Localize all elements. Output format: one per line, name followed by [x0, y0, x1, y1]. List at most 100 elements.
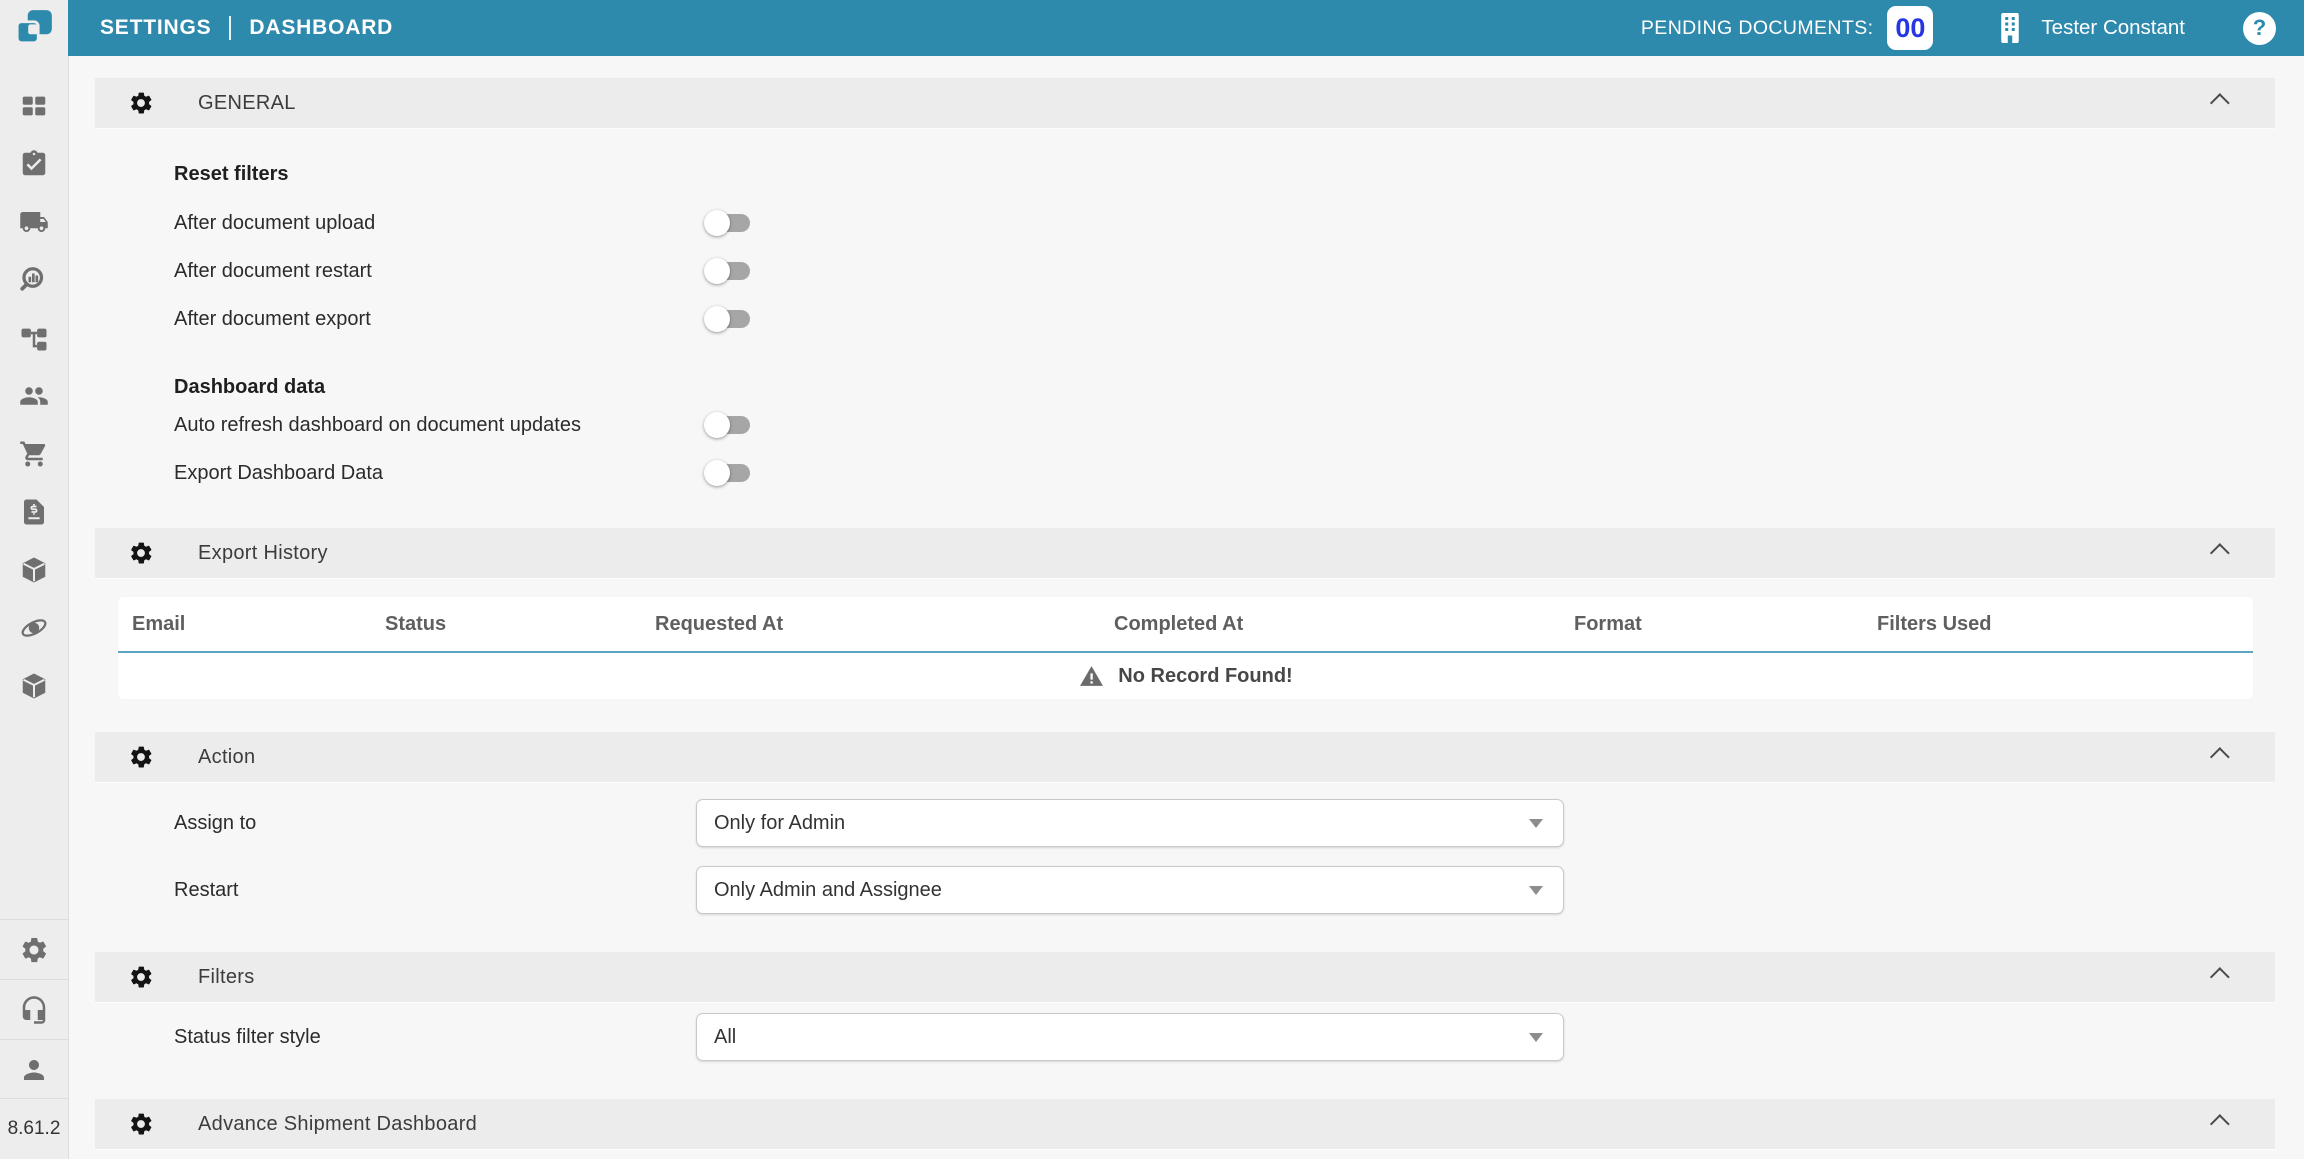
gear-icon [128, 540, 154, 566]
truck-icon [19, 207, 49, 237]
selected-value: Only Admin and Assignee [714, 879, 942, 902]
sidebar-icon-stack [0, 77, 68, 715]
setting-label: After document restart [174, 260, 704, 283]
caret-down-icon [1529, 1033, 1543, 1042]
section-body-general: Reset filters After document upload Afte… [95, 129, 2275, 528]
setting-row: After document export [95, 295, 2275, 343]
sidebar-item-billing[interactable] [0, 483, 68, 541]
sidebar-item-dashboard[interactable] [0, 77, 68, 135]
users-icon [19, 381, 49, 411]
pending-count-badge: 00 [1887, 6, 1933, 50]
assign-to-select[interactable]: Only for Admin [696, 799, 1564, 847]
top-bar: SETTINGS DASHBOARD PENDING DOCUMENTS: 00 [0, 0, 2304, 56]
empty-state-row: No Record Found! [118, 653, 2253, 699]
toggle-thumb [704, 210, 730, 236]
toggle-thumb [704, 306, 730, 332]
cart-icon [19, 439, 49, 469]
pending-documents-label: PENDING DOCUMENTS: [1641, 17, 1874, 40]
setting-row: Export Dashboard Data [95, 449, 2275, 497]
setting-row: Auto refresh dashboard on document updat… [95, 401, 2275, 449]
collapse-button[interactable] [2207, 1114, 2227, 1134]
app-logo[interactable] [0, 0, 68, 56]
section-title: Action [198, 746, 255, 769]
toggle-export-dashboard-data[interactable] [704, 460, 752, 486]
user-name[interactable]: Tester Constant [2041, 16, 2185, 40]
column-header: Completed At [1114, 613, 1574, 636]
chevron-up-icon [2210, 747, 2230, 767]
logo-icon [13, 7, 55, 49]
sidebar-item-support[interactable] [0, 979, 68, 1039]
nav-dashboard[interactable]: DASHBOARD [249, 16, 393, 40]
setting-row: After document upload [95, 199, 2275, 247]
empty-state-message: No Record Found! [1118, 665, 1292, 688]
help-icon: ? [2253, 15, 2266, 41]
chevron-up-icon [2210, 1114, 2230, 1134]
toggle-after-document-upload[interactable] [704, 210, 752, 236]
column-header: Format [1574, 613, 1877, 636]
setting-row: Assign to Only for Admin [95, 799, 2275, 847]
organization-icon[interactable] [1995, 11, 2025, 45]
search-chart-icon [19, 265, 49, 295]
collapse-button[interactable] [2207, 747, 2227, 767]
nav-divider [229, 16, 231, 40]
collapse-button[interactable] [2207, 967, 2227, 987]
section-title: Filters [198, 966, 255, 989]
setting-label: Export Dashboard Data [174, 462, 704, 485]
chevron-up-icon [2210, 967, 2230, 987]
topbar-right-cluster: PENDING DOCUMENTS: 00 Tester Constant ? [1641, 6, 2276, 50]
sidebar-item-users[interactable] [0, 367, 68, 425]
group-heading: Reset filters [95, 129, 2275, 199]
gear-icon [128, 744, 154, 770]
section-title: GENERAL [198, 92, 296, 115]
section-body-filters: Status filter style All [95, 1003, 2275, 1099]
sidebar-item-tasks[interactable] [0, 135, 68, 193]
sidebar-footer-stack [0, 919, 68, 1099]
sidebar-item-package[interactable] [0, 541, 68, 599]
gear-icon [128, 1111, 154, 1137]
collapse-button[interactable] [2207, 93, 2227, 113]
sidebar-item-shipping[interactable] [0, 193, 68, 251]
setting-label: Assign to [174, 812, 696, 835]
app-root: SETTINGS DASHBOARD PENDING DOCUMENTS: 00 [0, 0, 2304, 1159]
sidebar-item-inventory[interactable] [0, 657, 68, 715]
setting-row: Status filter style All [95, 1013, 2275, 1061]
toggle-thumb [704, 460, 730, 486]
help-button[interactable]: ? [2243, 12, 2276, 45]
toggle-auto-refresh-dashboard[interactable] [704, 412, 752, 438]
section-header-advance-shipment[interactable]: Advance Shipment Dashboard [95, 1099, 2275, 1150]
column-header: Requested At [655, 613, 1114, 636]
caret-down-icon [1529, 886, 1543, 895]
collapse-button[interactable] [2207, 543, 2227, 563]
nav-settings[interactable]: SETTINGS [100, 16, 211, 40]
section-header-general[interactable]: GENERAL [95, 78, 2275, 129]
section-title: Advance Shipment Dashboard [198, 1113, 477, 1136]
section-header-action[interactable]: Action [95, 732, 2275, 783]
column-header: Status [385, 613, 655, 636]
person-icon [19, 1055, 49, 1085]
warning-icon [1078, 664, 1105, 689]
toggle-after-document-restart[interactable] [704, 258, 752, 284]
package-box-icon [19, 555, 49, 585]
sidebar-item-cart[interactable] [0, 425, 68, 483]
clipboard-check-icon [19, 149, 49, 179]
section-header-export-history[interactable]: Export History [95, 528, 2275, 579]
workflow-tree-icon [19, 323, 49, 353]
sidebar-item-network[interactable] [0, 599, 68, 657]
restart-select[interactable]: Only Admin and Assignee [696, 866, 1564, 914]
toggle-thumb [704, 258, 730, 284]
toggle-after-document-export[interactable] [704, 306, 752, 332]
orbit-icon [19, 613, 49, 643]
status-filter-style-select[interactable]: All [696, 1013, 1564, 1061]
sidebar: 8.61.2 [0, 56, 69, 1159]
section-header-filters[interactable]: Filters [95, 952, 2275, 1003]
breadcrumb: SETTINGS DASHBOARD [100, 16, 393, 40]
column-header: Email [132, 613, 385, 636]
section-body-action: Assign to Only for Admin Restart Only Ad… [95, 783, 2275, 952]
gear-icon [128, 90, 154, 116]
sidebar-item-search-insights[interactable] [0, 251, 68, 309]
sidebar-item-workflow[interactable] [0, 309, 68, 367]
sidebar-item-settings[interactable] [0, 919, 68, 979]
sidebar-item-profile[interactable] [0, 1039, 68, 1099]
setting-label: Auto refresh dashboard on document updat… [174, 414, 704, 437]
chevron-up-icon [2210, 543, 2230, 563]
